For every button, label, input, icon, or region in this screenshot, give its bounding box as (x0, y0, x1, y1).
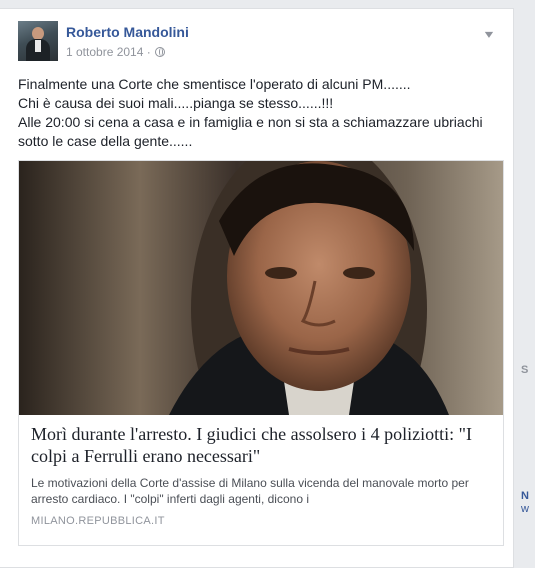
post-card: Roberto Mandolini 1 ottobre 2014 · ▾ Fin… (0, 8, 514, 568)
chevron-down-icon[interactable]: ▾ (485, 27, 493, 41)
author-name[interactable]: Roberto Mandolini (66, 24, 189, 40)
sidebar-fragment: S (521, 364, 529, 376)
globe-icon (154, 47, 165, 57)
post-text-line: Alle 20:00 si cena a casa e in famiglia … (18, 114, 483, 149)
sidebar-fragment[interactable]: N (521, 490, 529, 502)
link-preview[interactable]: Morì durante l'arresto. I giudici che as… (18, 160, 504, 546)
link-preview-source: MILANO.REPUBBLICA.IT (31, 515, 165, 527)
post-header: Roberto Mandolini 1 ottobre 2014 · ▾ (18, 21, 498, 61)
author-avatar[interactable] (18, 21, 58, 61)
post-text: Finalmente una Corte che smentisce l'ope… (18, 75, 498, 151)
post-text-line: Finalmente una Corte che smentisce l'ope… (18, 76, 411, 92)
post-date[interactable]: 1 ottobre 2014 · (66, 45, 151, 59)
sidebar-fragment[interactable]: w (521, 503, 529, 515)
link-preview-image[interactable] (19, 161, 503, 415)
link-preview-description: Le motivazioni della Corte d'assise di M… (31, 476, 469, 506)
post-text-line: Chi è causa dei suoi mali.....pianga se … (18, 95, 334, 111)
post-meta: 1 ottobre 2014 · (66, 45, 165, 59)
link-preview-title[interactable]: Morì durante l'arresto. I giudici che as… (31, 423, 491, 467)
